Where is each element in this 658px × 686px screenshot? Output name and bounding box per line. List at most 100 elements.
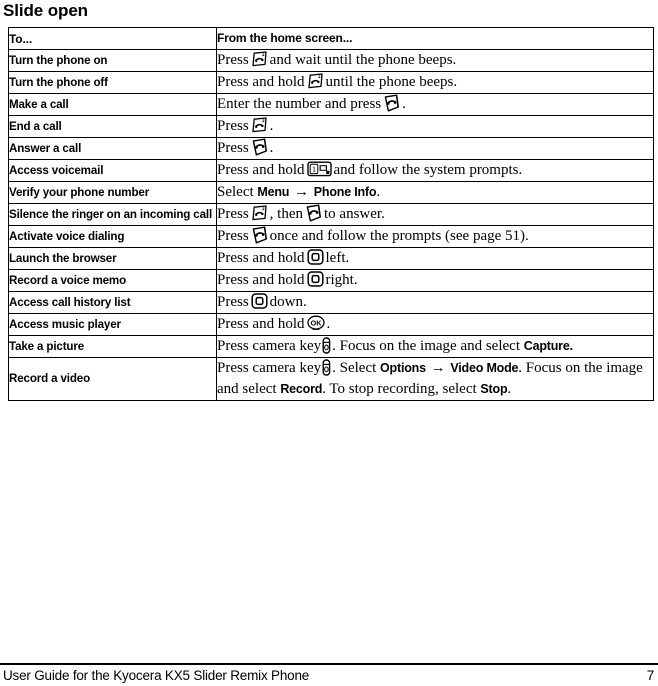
instruction-text: Press	[217, 118, 249, 134]
row-instruction: Press camera key . Select Options → Video…	[216, 357, 654, 401]
instruction-text: . Select	[332, 360, 377, 376]
slide-open-actions-table: To... From the home screen... Turn the p…	[8, 27, 654, 401]
table-row: Access call history list Press down.	[8, 291, 654, 314]
instruction-text: to answer.	[324, 206, 385, 222]
table-row: Turn the phone on Press and wait until th…	[8, 49, 654, 72]
instruction-text: , then	[269, 206, 303, 222]
instruction-text: Press camera key	[217, 338, 322, 354]
row-label: Make a call	[8, 93, 217, 116]
table-row: Verify your phone number Select Menu → P…	[8, 181, 654, 204]
row-label: Access call history list	[8, 291, 217, 314]
row-label: Launch the browser	[8, 247, 217, 270]
end-key-icon	[251, 51, 268, 67]
row-label: Activate voice dialing	[8, 225, 217, 248]
camera-key-icon	[322, 337, 331, 354]
navigation-key-icon	[306, 271, 324, 287]
row-label: Take a picture	[8, 335, 217, 358]
end-key-icon	[307, 73, 324, 89]
send-key-icon	[251, 138, 268, 156]
instruction-text: .	[269, 140, 274, 156]
navigation-key-icon	[251, 293, 268, 309]
row-label: Record a video	[8, 357, 217, 401]
instruction-text: Press and hold	[217, 272, 305, 288]
row-label: End a call	[8, 115, 217, 138]
footer-title: User Guide for the Kyocera KX5 Slider Re…	[3, 668, 310, 683]
row-instruction: Press and wait until the phone beeps.	[216, 49, 654, 72]
ok-key-icon: OK	[306, 315, 325, 331]
table-row: Answer a call Press.	[8, 137, 654, 160]
instruction-text: .	[376, 184, 381, 200]
row-instruction: Press and hold 1 and follow the system pro…	[216, 159, 654, 182]
row-instruction: Select Menu → Phone Info.	[216, 181, 654, 204]
row-label: Access voicemail	[8, 159, 217, 182]
instruction-text: left.	[325, 250, 350, 266]
instruction-text: and wait until the phone beeps.	[269, 52, 457, 68]
row-instruction: Press.	[216, 137, 654, 160]
instruction-text: and follow the system prompts.	[333, 162, 523, 178]
instruction-text: Press	[217, 206, 249, 222]
row-instruction: Press down.	[216, 291, 654, 314]
row-instruction: Press.	[216, 115, 654, 138]
svg-text:OK: OK	[310, 319, 322, 328]
row-label: Silence the ringer on an incoming call	[8, 203, 217, 226]
instruction-text: Enter the number and press	[217, 96, 382, 112]
send-key-icon	[305, 204, 322, 222]
footer-page-number: 7	[646, 668, 655, 683]
row-instruction: Press camera key . Focus on the image and…	[216, 335, 654, 358]
svg-text:1: 1	[311, 165, 315, 174]
instruction-text: .	[269, 118, 274, 134]
row-label: Record a voice memo	[8, 269, 217, 292]
instruction-text: Press and hold	[217, 74, 305, 90]
row-instruction: Press and hold until the phone beeps.	[216, 71, 654, 94]
instruction-text: once and follow the prompts (see page 51…	[269, 228, 529, 244]
table-row: Activate voice dialing Press once and fol…	[8, 225, 654, 248]
instruction-text: Press camera key	[217, 360, 322, 376]
table-header-row: To... From the home screen...	[8, 27, 654, 50]
instruction-text: right.	[325, 272, 358, 288]
footer-divider	[0, 663, 658, 665]
row-label: Turn the phone on	[8, 49, 217, 72]
camera-key-icon	[322, 359, 331, 376]
navigation-key-icon	[306, 249, 324, 265]
menu-term: Menu	[257, 185, 290, 199]
end-key-icon	[251, 205, 268, 221]
row-label: Turn the phone off	[8, 71, 217, 94]
instruction-text: .	[507, 381, 512, 397]
table-row: Make a call Enter the number and press.	[8, 93, 654, 116]
page-footer: User Guide for the Kyocera KX5 Slider Re…	[0, 666, 658, 686]
row-instruction: Press once and follow the prompts (see pa…	[216, 225, 654, 248]
instruction-text: Press and hold	[217, 250, 305, 266]
arrow-icon: →	[430, 360, 446, 376]
row-label: Access music player	[8, 313, 217, 336]
row-label: Verify your phone number	[8, 181, 217, 204]
capture-term: Capture.	[523, 339, 573, 353]
instruction-text: Press	[217, 140, 249, 156]
video-mode-term: Video Mode	[450, 361, 519, 375]
instruction-text: Press and hold	[217, 316, 305, 332]
send-key-icon	[251, 226, 268, 244]
table-row: Launch the browser Press and hold left.	[8, 247, 654, 270]
instruction-text: Select	[217, 184, 254, 200]
table-row: Access music player Press and hold OK.	[8, 313, 654, 336]
page-title: Slide open	[3, 1, 88, 20]
phone-info-term: Phone Info	[313, 185, 377, 199]
row-instruction: Press and hold right.	[216, 269, 654, 292]
row-instruction: Press and hold OK.	[216, 313, 654, 336]
column-header-to: To...	[8, 27, 217, 50]
row-instruction: Enter the number and press.	[216, 93, 654, 116]
instruction-text: down.	[269, 294, 307, 310]
instruction-text: Press	[217, 52, 249, 68]
instruction-text: . To stop recording, select	[322, 381, 477, 397]
table-row: Silence the ringer on an incoming call P…	[8, 203, 654, 226]
instruction-text: Press	[217, 294, 249, 310]
voicemail-key-icon: 1	[306, 161, 332, 177]
table-row: Record a video Press camera key . Select …	[8, 357, 654, 401]
table-row: Turn the phone off Press and hold until t…	[8, 71, 654, 94]
instruction-text: until the phone beeps.	[325, 74, 458, 90]
instruction-text: Press and hold	[217, 162, 305, 178]
record-term: Record	[280, 382, 323, 396]
row-label: Answer a call	[8, 137, 217, 160]
send-key-icon	[383, 94, 400, 112]
table-row: End a call Press.	[8, 115, 654, 138]
arrow-icon: →	[294, 184, 309, 200]
